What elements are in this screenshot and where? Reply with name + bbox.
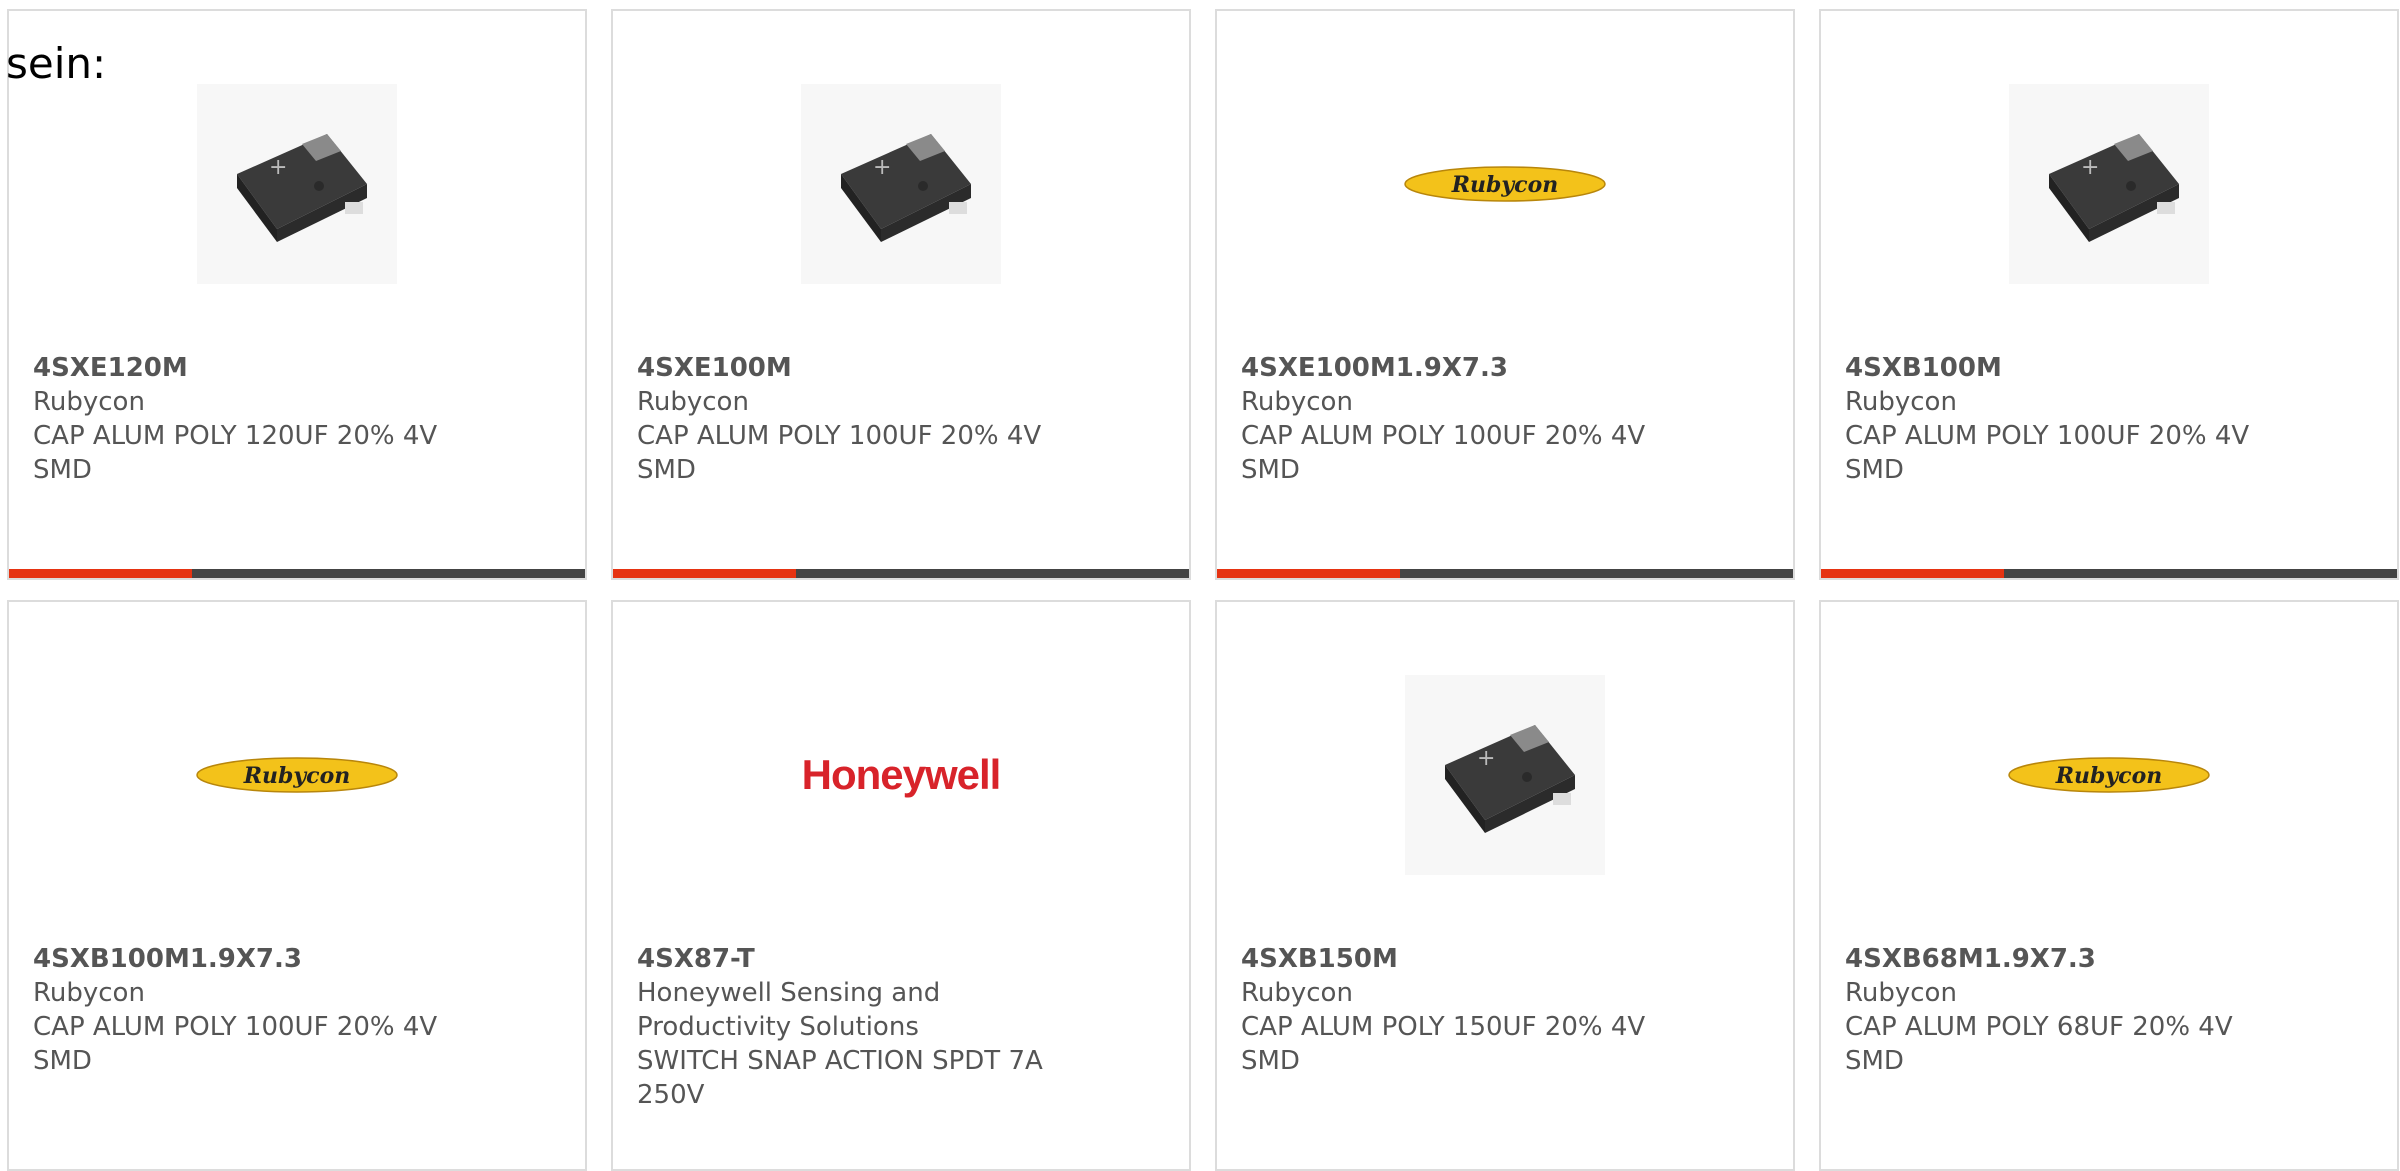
card-accent-bar xyxy=(9,569,192,578)
product-thumbnail[interactable]: Honeywell xyxy=(613,672,1189,878)
product-info: 4SXB100M Rubycon CAP ALUM POLY 100UF 20%… xyxy=(1845,351,2373,487)
product-thumbnail[interactable]: + xyxy=(1217,672,1793,878)
part-number-link[interactable]: 4SXB100M1.9X7.3 xyxy=(33,942,561,976)
description: CAP ALUM POLY 100UF 20% 4V SMD xyxy=(637,421,1042,485)
product-info: 4SXB68M1.9X7.3 Rubycon CAP ALUM POLY 68U… xyxy=(1845,942,2373,1078)
part-number-link[interactable]: 4SXE120M xyxy=(33,351,561,385)
manufacturer: Rubycon xyxy=(1241,978,1353,1008)
description: CAP ALUM POLY 100UF 20% 4V SMD xyxy=(1845,421,2250,485)
rubycon-logo: Rubycon xyxy=(2008,757,2210,793)
product-info: 4SX87-T Honeywell Sensing and Productivi… xyxy=(637,942,1165,1112)
product-thumbnail[interactable]: + xyxy=(9,81,585,287)
product-info: 4SXE100M1.9X7.3 Rubycon CAP ALUM POLY 10… xyxy=(1241,351,1769,487)
rubycon-logo: Rubycon xyxy=(196,757,398,793)
product-card[interactable]: Honeywell 4SX87-T Honeywell Sensing and … xyxy=(611,600,1191,1171)
product-grid: + 4SXE120M Rubycon CAP ALUM POLY 120UF 2… xyxy=(7,9,2399,1171)
product-card[interactable]: Rubycon 4SXE100M1.9X7.3 Rubycon CAP ALUM… xyxy=(1215,9,1795,580)
svg-text:Rubycon: Rubycon xyxy=(2055,763,2163,789)
product-card[interactable]: + 4SXB100M Rubycon CAP ALUM POLY 100UF 2… xyxy=(1819,9,2399,580)
card-accent-bar xyxy=(1821,569,2004,578)
honeywell-logo: Honeywell xyxy=(801,751,1002,798)
description: CAP ALUM POLY 100UF 20% 4V SMD xyxy=(33,1012,438,1076)
product-card[interactable]: Rubycon 4SXB68M1.9X7.3 Rubycon CAP ALUM … xyxy=(1819,600,2399,1171)
svg-text:Rubycon: Rubycon xyxy=(1451,172,1559,198)
product-thumbnail[interactable]: Rubycon xyxy=(1821,672,2397,878)
manufacturer: Honeywell Sensing and Productivity Solut… xyxy=(637,978,941,1042)
capacitor-photo: + xyxy=(801,84,1001,284)
card-footer-bar xyxy=(9,569,585,578)
product-thumbnail[interactable]: Rubycon xyxy=(1217,81,1793,287)
description: CAP ALUM POLY 150UF 20% 4V SMD xyxy=(1241,1012,1646,1076)
part-number-link[interactable]: 4SXB150M xyxy=(1241,942,1769,976)
rubycon-logo: Rubycon xyxy=(1404,166,1606,202)
part-number-link[interactable]: 4SXE100M1.9X7.3 xyxy=(1241,351,1769,385)
product-info: 4SXB100M1.9X7.3 Rubycon CAP ALUM POLY 10… xyxy=(33,942,561,1078)
svg-text:Rubycon: Rubycon xyxy=(243,763,351,789)
product-card[interactable]: + 4SXB150M Rubycon CAP ALUM POLY 150UF 2… xyxy=(1215,600,1795,1171)
product-info: 4SXB150M Rubycon CAP ALUM POLY 150UF 20%… xyxy=(1241,942,1769,1078)
manufacturer: Rubycon xyxy=(1845,387,1957,417)
capacitor-photo: + xyxy=(197,84,397,284)
product-card[interactable]: Rubycon 4SXB100M1.9X7.3 Rubycon CAP ALUM… xyxy=(7,600,587,1171)
card-accent-bar xyxy=(613,569,796,578)
manufacturer: Rubycon xyxy=(1845,978,1957,1008)
product-info: 4SXE100M Rubycon CAP ALUM POLY 100UF 20%… xyxy=(637,351,1165,487)
svg-text:+: + xyxy=(1477,746,1495,771)
card-footer-bar xyxy=(1821,569,2397,578)
product-thumbnail[interactable]: + xyxy=(1821,81,2397,287)
part-number-link[interactable]: 4SXB68M1.9X7.3 xyxy=(1845,942,2373,976)
svg-text:+: + xyxy=(2081,155,2099,180)
product-card[interactable]: + 4SXE100M Rubycon CAP ALUM POLY 100UF 2… xyxy=(611,9,1191,580)
part-number-link[interactable]: 4SX87-T xyxy=(637,942,1165,976)
manufacturer: Rubycon xyxy=(33,387,145,417)
description: CAP ALUM POLY 120UF 20% 4V SMD xyxy=(33,421,438,485)
manufacturer: Rubycon xyxy=(637,387,749,417)
svg-text:+: + xyxy=(269,155,287,180)
card-footer-bar xyxy=(613,569,1189,578)
product-card[interactable]: + 4SXE120M Rubycon CAP ALUM POLY 120UF 2… xyxy=(7,9,587,580)
capacitor-photo: + xyxy=(2009,84,2209,284)
part-number-link[interactable]: 4SXE100M xyxy=(637,351,1165,385)
card-footer-bar xyxy=(1217,569,1793,578)
capacitor-photo: + xyxy=(1405,675,1605,875)
product-thumbnail[interactable]: + xyxy=(613,81,1189,287)
description: SWITCH SNAP ACTION SPDT 7A 250V xyxy=(637,1046,1043,1110)
manufacturer: Rubycon xyxy=(33,978,145,1008)
description: CAP ALUM POLY 68UF 20% 4V SMD xyxy=(1845,1012,2233,1076)
part-number-link[interactable]: 4SXB100M xyxy=(1845,351,2373,385)
product-info: 4SXE120M Rubycon CAP ALUM POLY 120UF 20%… xyxy=(33,351,561,487)
manufacturer: Rubycon xyxy=(1241,387,1353,417)
card-accent-bar xyxy=(1217,569,1400,578)
intro-text: sein: xyxy=(6,39,107,88)
description: CAP ALUM POLY 100UF 20% 4V SMD xyxy=(1241,421,1646,485)
product-thumbnail[interactable]: Rubycon xyxy=(9,672,585,878)
svg-text:+: + xyxy=(873,155,891,180)
